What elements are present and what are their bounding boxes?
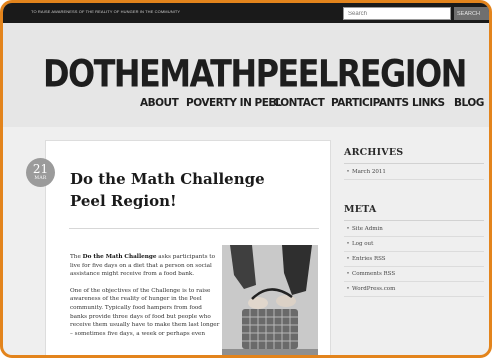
meta-item-site-admin[interactable]: • Site Admin [344,222,484,237]
main-nav: ABOUT POVERTY IN PEEL CONTACT PARTICIPAN… [3,97,489,111]
post-paragraph-1: The Do the Math Challenge asks participa… [70,253,220,279]
search-input[interactable] [343,7,451,20]
nav-item-links[interactable]: LINKS [412,97,445,109]
post-date-month: MAR [34,176,47,181]
search-button[interactable]: SEARCH [454,7,489,20]
bullet-icon: • [346,256,350,262]
meta-item-log-out[interactable]: • Log out [344,237,484,252]
meta-divider [344,220,484,221]
post-date-badge: 21 MAR [26,158,55,187]
post-date-day: 21 [32,162,49,176]
nav-item-about[interactable]: ABOUT [140,97,179,109]
meta-heading: META [344,204,377,215]
nav-item-blog[interactable]: BLOG [454,97,484,109]
meta-item-label: Log out [352,241,374,247]
para1-bold: Do the Math Challenge [82,254,157,260]
meta-item-label: WordPress.com [352,286,396,292]
browser-frame: TO RAISE AWARENESS OF THE REALITY OF HUN… [0,0,492,358]
meta-item-label: Site Admin [352,226,383,232]
archive-item-march-2011[interactable]: • March 2011 [344,165,484,180]
archives-heading: ARCHIVES [344,147,404,158]
meta-item-entries-rss[interactable]: • Entries RSS [344,252,484,267]
site-tagline: TO RAISE AWARENESS OF THE REALITY OF HUN… [31,9,181,14]
bullet-icon: • [346,241,350,247]
meta-item-comments-rss[interactable]: • Comments RSS [344,267,484,282]
archive-item-label: March 2011 [352,169,386,175]
post-body: The Do the Math Challenge asks participa… [70,253,220,346]
meta-item-label: Entries RSS [352,256,386,262]
bullet-icon: • [346,169,350,175]
meta-item-wordpress[interactable]: • WordPress.com [344,282,484,297]
meta-item-label: Comments RSS [352,271,396,277]
bullet-icon: • [346,226,350,232]
top-bar: TO RAISE AWARENESS OF THE REALITY OF HUN… [3,3,489,23]
para1-prefix: The [70,254,83,260]
site-title[interactable]: DOTHEMATHPEELREGION [43,51,467,96]
shopping-basket-illustration [222,245,318,355]
bullet-icon: • [346,271,350,277]
shopping-basket-photo [222,245,318,355]
nav-item-poverty-in-peel[interactable]: POVERTY IN PEEL [186,97,282,109]
post-title[interactable]: Do the Math Challenge Peel Region! [70,168,290,212]
post-paragraph-2: One of the objectives of the Challenge i… [70,287,220,337]
archives-divider [344,163,484,164]
nav-item-contact[interactable]: CONTACT [273,97,325,109]
title-divider [69,228,319,229]
nav-item-participants[interactable]: PARTICIPANTS [331,97,409,109]
bullet-icon: • [346,286,350,292]
